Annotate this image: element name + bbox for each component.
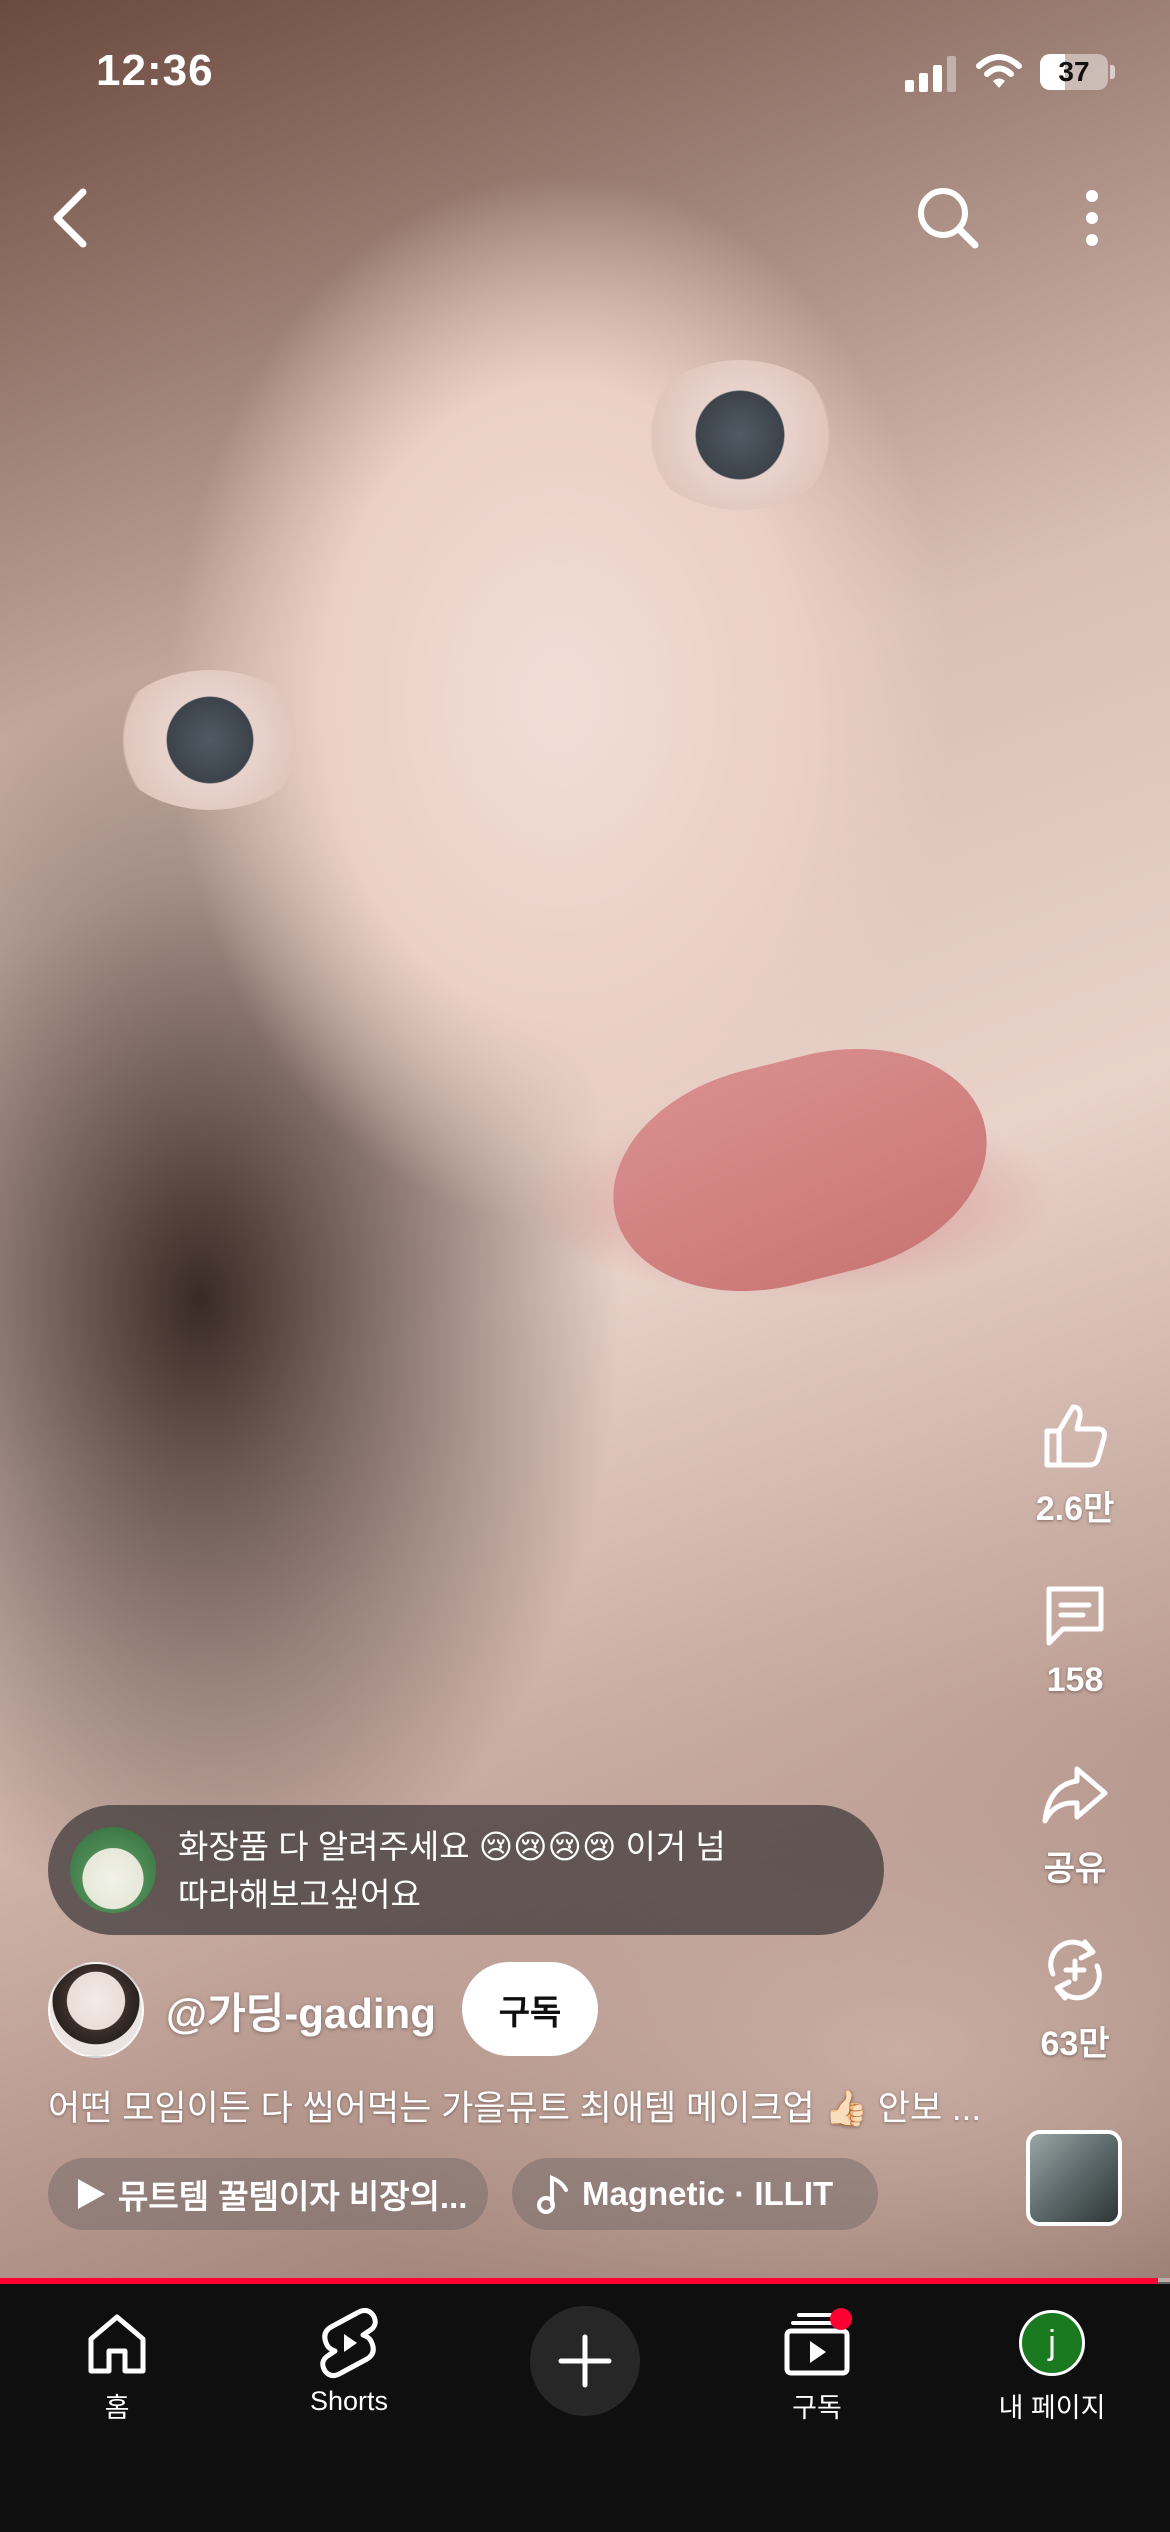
notification-dot — [830, 2308, 852, 2330]
music-note-icon — [537, 2175, 568, 2214]
nav-profile-label: 내 페이지 — [998, 2393, 1106, 2423]
plus-icon — [558, 2334, 612, 2388]
channel-name[interactable]: @가딩-gading — [166, 1980, 436, 2041]
bottom-navigation: 홈 Shorts 구독 j 내 페이지 — [0, 2284, 1170, 2532]
nav-subscriptions-label: 구독 — [792, 2393, 842, 2423]
nav-subscriptions[interactable]: 구독 — [727, 2304, 907, 2425]
share-label: 공유 — [1043, 1850, 1107, 1888]
commenter-avatar — [70, 1827, 156, 1913]
nav-shorts[interactable]: Shorts — [259, 2304, 439, 2417]
more-options-button[interactable] — [1052, 178, 1132, 258]
back-arrow-icon — [53, 188, 87, 248]
remix-count: 63만 — [1040, 2025, 1110, 2063]
sound-thumbnail[interactable] — [1026, 2130, 1122, 2226]
search-icon — [918, 188, 979, 249]
comment-line: 따라해보고싶어요 — [178, 1876, 421, 1913]
status-bar: 12:36 37 — [0, 0, 1170, 140]
create-button[interactable] — [530, 2306, 640, 2416]
video-frame-detail — [589, 1017, 1011, 1323]
video-frame-detail — [640, 360, 840, 510]
related-video-label: 뮤트템 꿀템이자 비장의... — [118, 2178, 468, 2215]
profile-avatar: j — [1019, 2310, 1085, 2376]
home-icon — [88, 2314, 146, 2374]
wifi-icon — [976, 54, 1022, 88]
music-chip[interactable]: Magnetic · ILLIT — [512, 2158, 878, 2230]
share-arrow-icon — [1042, 1766, 1108, 1824]
share-button[interactable]: 공유 — [1010, 1755, 1140, 1890]
play-icon — [78, 2179, 105, 2209]
nav-profile[interactable]: j 내 페이지 — [962, 2304, 1142, 2425]
like-count: 2.6만 — [1035, 1490, 1115, 1528]
channel-avatar[interactable] — [48, 1962, 144, 2058]
related-video-chip[interactable]: 뮤트템 꿀템이자 비장의... — [48, 2158, 488, 2230]
subscribe-button[interactable]: 구독 — [462, 1962, 598, 2056]
nav-shorts-label: Shorts — [309, 2386, 389, 2416]
search-button[interactable] — [908, 178, 988, 258]
thumbs-up-icon — [1044, 1404, 1107, 1468]
comment-line: 화장품 다 알려주세요 😢😢😢😢 이거 넘 — [178, 1828, 726, 1865]
shorts-player-screen: 12:36 37 2.6만 158 공유 63만 화장품 다 알려주세요 😢😢😢… — [0, 0, 1170, 2532]
home-indicator — [385, 2496, 785, 2508]
nav-home-label: 홈 — [104, 2393, 130, 2423]
remix-button[interactable]: 63만 — [1010, 1930, 1140, 2065]
shorts-icon — [320, 2307, 378, 2379]
battery-percent: 37 — [1058, 56, 1090, 87]
comments-button[interactable]: 158 — [1010, 1575, 1140, 1700]
video-description[interactable]: 어떤 모임이든 다 씹어먹는 가을뮤트 최애템 메이크업 👍🏻 안보 ... — [48, 2080, 978, 2131]
remix-icon — [1048, 1939, 1102, 2001]
video-frame-detail — [110, 670, 310, 810]
music-label: Magnetic · ILLIT — [582, 2175, 834, 2212]
battery-nub — [1110, 65, 1115, 79]
like-button[interactable]: 2.6만 — [1010, 1395, 1140, 1530]
highlighted-comment[interactable]: 화장품 다 알려주세요 😢😢😢😢 이거 넘 따라해보고싶어요 — [48, 1805, 884, 1935]
comment-icon — [1046, 1586, 1104, 1646]
subscriptions-icon — [784, 2308, 852, 2376]
nav-home[interactable]: 홈 — [27, 2304, 207, 2425]
battery-icon: 37 — [1040, 54, 1108, 90]
comment-count: 158 — [1046, 1661, 1104, 1699]
cellular-signal-icon — [905, 54, 957, 92]
back-button[interactable] — [30, 178, 110, 258]
shorts-video[interactable] — [0, 0, 1170, 2282]
more-vertical-icon — [1086, 190, 1098, 246]
status-time: 12:36 — [96, 46, 214, 95]
comment-text: 화장품 다 알려주세요 😢😢😢😢 이거 넘 따라해보고싶어요 — [178, 1823, 858, 1919]
